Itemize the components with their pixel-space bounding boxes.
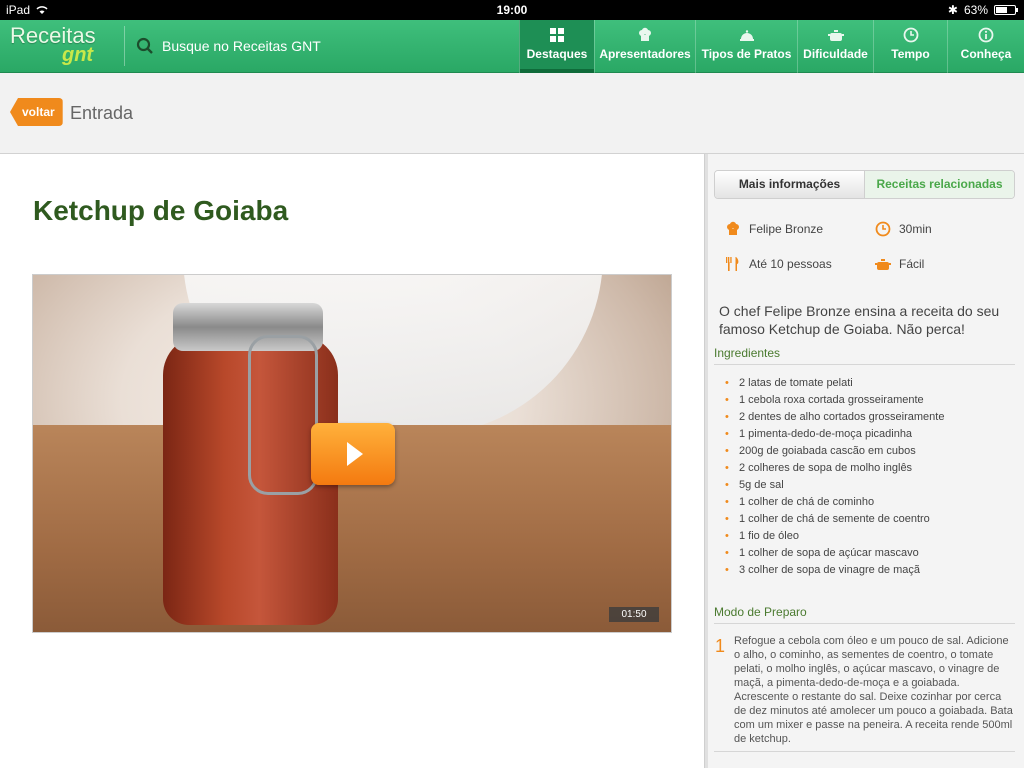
grid-icon — [550, 28, 564, 42]
chef-hat-icon — [727, 221, 739, 235]
clock-icon — [903, 27, 918, 43]
prep-time: 30min — [899, 222, 932, 236]
video-thumbnail-clasp — [248, 335, 318, 495]
ingredient-item: 5g de sal — [725, 477, 1010, 494]
difficulty-info: Fácil — [875, 256, 924, 272]
cloche-icon — [739, 30, 754, 41]
divider — [714, 623, 1015, 624]
bluetooth-icon: ✱ — [947, 3, 958, 17]
ingredient-item: 1 colher de chá de cominho — [725, 494, 1010, 511]
difficulty: Fácil — [899, 257, 925, 271]
logo-text-bottom: gnt — [62, 44, 94, 66]
battery-percent: 63% — [963, 3, 988, 17]
servings: Até 10 pessoas — [749, 257, 832, 271]
status-bar: iPad 19:00 ✱ 63% — [0, 0, 1024, 20]
ingredients-heading: Ingredientes — [714, 346, 781, 360]
section-title: Entrada — [70, 103, 134, 123]
panel-tabs: Mais informações Receitas relacionadas — [714, 170, 1015, 199]
ingredient-item: 200g de goiabada cascão em cubos — [725, 443, 1010, 460]
search-icon — [136, 37, 153, 54]
ingredient-item: 1 cebola roxa cortada grosseiramente — [725, 392, 1010, 409]
chef-name: Felipe Bronze — [749, 222, 824, 236]
divider — [714, 364, 1015, 365]
video-duration: 01:50 — [609, 607, 659, 622]
servings-info: Até 10 pessoas — [725, 256, 832, 272]
pot-icon — [875, 259, 891, 270]
tab-mais-informacoes[interactable]: Mais informações — [715, 171, 865, 198]
top-navigation: Receitas gnt Busque no Receitas GNT Dest… — [0, 20, 1024, 73]
method-heading: Modo de Preparo — [714, 605, 807, 619]
tab-receitas-relacionadas[interactable]: Receitas relacionadas — [865, 171, 1014, 198]
nav-item-label: Apresentadores — [599, 47, 691, 61]
nav-item-label: Tipos de Pratos — [701, 47, 792, 61]
nav-item-dificuldade[interactable]: Dificuldade — [797, 20, 873, 73]
battery-icon — [994, 5, 1018, 15]
sub-header: voltar Entrada — [0, 73, 1024, 154]
nav-item-label: Tempo — [891, 47, 930, 61]
nav-item-tipos-de-pratos[interactable]: Tipos de Pratos — [695, 20, 797, 73]
nav-item-tempo[interactable]: Tempo — [873, 20, 947, 73]
nav-item-destaques[interactable]: Destaques — [519, 20, 594, 73]
nav-items: Destaques Apresentadores Tipos de Pratos… — [519, 20, 1024, 73]
back-button[interactable]: voltar — [10, 98, 63, 126]
ingredients-list: 2 latas de tomate pelati1 cebola roxa co… — [725, 375, 1010, 579]
nav-item-label: Dificuldade — [803, 47, 868, 61]
recipe-description: O chef Felipe Bronze ensina a receita do… — [719, 303, 1000, 337]
pot-icon — [827, 30, 844, 41]
ingredient-item: 1 colher de chá de semente de coentro — [725, 511, 1010, 528]
ingredient-item: 2 dentes de alho cortados grosseiramente — [725, 409, 1010, 426]
logo[interactable]: Receitas gnt — [10, 24, 122, 68]
chef-hat-icon — [639, 27, 651, 41]
play-button[interactable] — [311, 423, 395, 485]
chef-info[interactable]: Felipe Bronze — [725, 221, 823, 237]
ingredient-item: 2 latas de tomate pelati — [725, 375, 1010, 392]
clock-icon — [875, 221, 891, 237]
fork-knife-icon — [726, 257, 739, 271]
ingredient-item: 2 colheres de sopa de molho inglês — [725, 460, 1010, 477]
time-info: 30min — [875, 221, 932, 237]
divider — [714, 751, 1015, 752]
search-button[interactable]: Busque no Receitas GNT — [136, 34, 321, 58]
panel-edge — [705, 154, 708, 768]
clock: 19:00 — [496, 3, 528, 17]
step-text: Refogue a cebola com óleo e um pouco de … — [734, 635, 1013, 745]
search-label: Busque no Receitas GNT — [162, 38, 321, 54]
info-icon — [978, 27, 994, 43]
ingredient-item: 3 colher de sopa de vinagre de maçã — [725, 562, 1010, 579]
step-number: 1 — [715, 636, 726, 656]
nav-item-label: Destaques — [526, 47, 588, 61]
divider — [124, 26, 125, 66]
video-player[interactable]: 01:50 — [32, 274, 672, 633]
recipe-info-panel: Mais informações Receitas relacionadas F… — [704, 154, 1024, 768]
recipe-title: Ketchup de Goiaba — [33, 195, 289, 226]
ingredient-item: 1 colher de sopa de açúcar mascavo — [725, 545, 1010, 562]
nav-item-conheca[interactable]: Conheça — [947, 20, 1024, 73]
nav-item-label: Conheça — [960, 47, 1012, 61]
ingredient-item: 1 fio de óleo — [725, 528, 1010, 545]
ingredient-item: 1 pimenta-dedo-de-moça picadinha — [725, 426, 1010, 443]
nav-item-apresentadores[interactable]: Apresentadores — [594, 20, 695, 73]
